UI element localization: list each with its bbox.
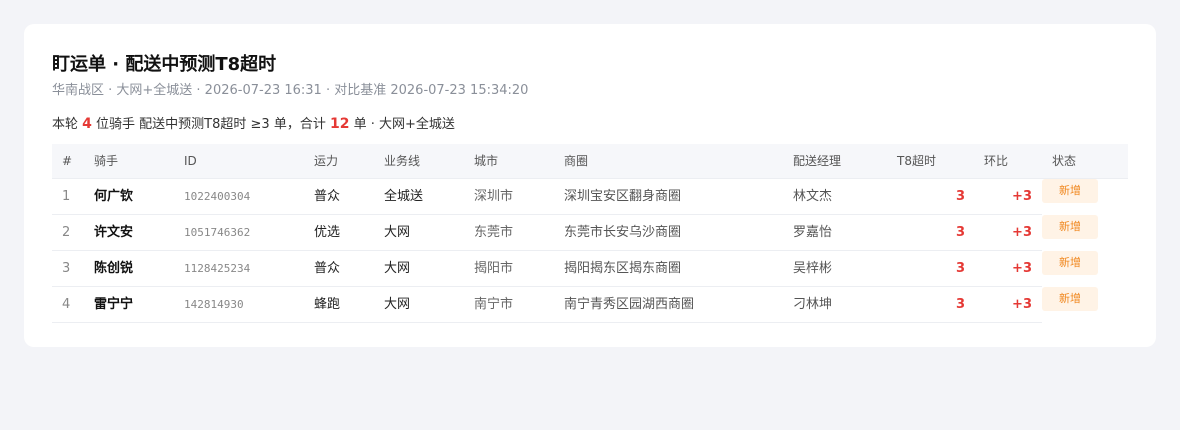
t8-timeout-count: 3 (955, 261, 965, 276)
rider-count: 4 (82, 116, 92, 132)
col-t8-timeout[interactable]: T8超时 (897, 144, 936, 178)
rider-name: 何广钦 (94, 189, 134, 204)
table-row[interactable]: 1 何广钦 1022400304 普众 全城送 深圳市 深圳宝安区翻身商圈 林文… (52, 179, 1098, 215)
status-badge: 新增 (1042, 179, 1098, 203)
row-index: 2 (62, 225, 71, 240)
business-line: 大网 (384, 297, 411, 312)
delivery-manager: 刁林坤 (793, 297, 833, 312)
table-row[interactable]: 3 陈创锐 1128425234 普众 大网 揭阳市 揭阳揭东区揭东商圈 吴梓彬… (52, 251, 1098, 287)
rider-id: 1051746362 (184, 226, 251, 239)
capacity-type: 蜂跑 (314, 297, 341, 312)
t8-timeout-count: 3 (955, 189, 965, 204)
t8-timeout-count: 3 (955, 225, 965, 240)
business-line: 大网 (384, 225, 411, 240)
col-capacity[interactable]: 运力 (314, 144, 338, 178)
col-city[interactable]: 城市 (474, 144, 498, 178)
rider-id: 1022400304 (184, 190, 251, 203)
summary-middle: 位骑手 配送中预测T8超时 ≥3 单，合计 (96, 117, 326, 132)
city: 揭阳市 (474, 261, 514, 276)
capacity-type: 普众 (314, 261, 341, 276)
t8-timeout-count: 3 (955, 297, 965, 312)
summary-line: 本轮 4 位骑手 配送中预测T8超时 ≥3 单，合计 12 单 · 大网+全城送 (52, 113, 455, 132)
row-index: 3 (62, 261, 71, 276)
col-business-line[interactable]: 业务线 (384, 144, 420, 178)
business-area: 南宁青秀区园湖西商圈 (564, 297, 695, 312)
rider-id: 1128425234 (184, 262, 251, 275)
business-line: 全城送 (384, 189, 424, 204)
summary-suffix: 单 · 大网+全城送 (353, 117, 455, 132)
col-id[interactable]: ID (184, 144, 197, 178)
table-header: # 骑手 ID 运力 业务线 城市 商圈 配送经理 T8超时 环比 状态 (52, 144, 1128, 179)
summary-prefix: 本轮 (52, 117, 79, 132)
business-area: 东莞市长安乌沙商圈 (564, 225, 682, 240)
city: 深圳市 (474, 189, 514, 204)
page-title: 盯运单 · 配送中预测T8超时 (52, 54, 277, 75)
col-rider[interactable]: 骑手 (94, 144, 118, 178)
status-badge: 新增 (1042, 251, 1098, 275)
capacity-type: 普众 (314, 189, 341, 204)
row-index: 1 (62, 189, 71, 204)
status-badge: 新增 (1042, 215, 1098, 239)
status-badge: 新增 (1042, 287, 1098, 311)
report-card: 盯运单 · 配送中预测T8超时 华南战区 · 大网+全城送 · 2026-07-… (24, 24, 1156, 347)
delivery-manager: 林文杰 (793, 189, 833, 204)
col-manager[interactable]: 配送经理 (793, 144, 841, 178)
page-subtitle: 华南战区 · 大网+全城送 · 2026-07-23 16:31 · 对比基准 … (52, 83, 529, 98)
rider-table: # 骑手 ID 运力 业务线 城市 商圈 配送经理 T8超时 环比 状态 1 何… (52, 144, 1128, 323)
delivery-manager: 吴梓彬 (793, 261, 833, 276)
change-value: +3 (1012, 297, 1032, 312)
col-area[interactable]: 商圈 (564, 144, 588, 178)
capacity-type: 优选 (314, 225, 341, 240)
row-index: 4 (62, 297, 71, 312)
rider-name: 陈创锐 (94, 261, 134, 276)
city: 东莞市 (474, 225, 514, 240)
change-value: +3 (1012, 189, 1032, 204)
business-line: 大网 (384, 261, 411, 276)
table-row[interactable]: 4 雷宁宁 142814930 蜂跑 大网 南宁市 南宁青秀区园湖西商圈 刁林坤… (52, 287, 1098, 323)
col-change[interactable]: 环比 (984, 144, 1008, 178)
table-row[interactable]: 2 许文安 1051746362 优选 大网 东莞市 东莞市长安乌沙商圈 罗嘉怡… (52, 215, 1098, 251)
order-count: 12 (329, 116, 350, 132)
col-status[interactable]: 状态 (1052, 144, 1076, 178)
delivery-manager: 罗嘉怡 (793, 225, 833, 240)
rider-name: 雷宁宁 (94, 297, 134, 312)
rider-id: 142814930 (184, 298, 244, 311)
business-area: 深圳宝安区翻身商圈 (564, 189, 682, 204)
city: 南宁市 (474, 297, 514, 312)
change-value: +3 (1012, 225, 1032, 240)
col-index[interactable]: # (62, 144, 72, 178)
rider-name: 许文安 (94, 225, 134, 240)
business-area: 揭阳揭东区揭东商圈 (564, 261, 682, 276)
change-value: +3 (1012, 261, 1032, 276)
